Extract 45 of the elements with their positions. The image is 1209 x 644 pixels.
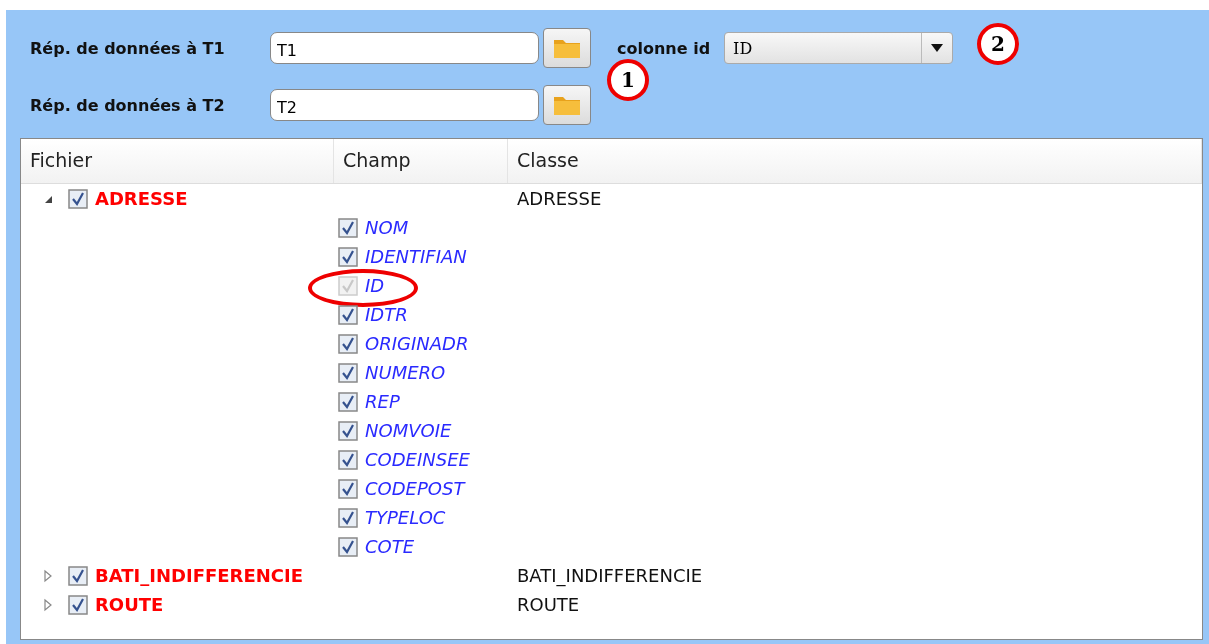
browse-button[interactable] <box>543 28 591 68</box>
field-name[interactable]: IDTR <box>365 304 408 325</box>
callout-number: 1 <box>607 59 649 101</box>
checkbox[interactable] <box>338 507 358 528</box>
caret-icon <box>931 44 944 52</box>
checkbox[interactable] <box>68 565 88 586</box>
checkbox[interactable] <box>338 217 358 238</box>
class-name: ROUTE <box>516 594 581 615</box>
checkbox[interactable] <box>338 478 358 499</box>
class-name: ADRESSE <box>516 188 603 209</box>
field-name[interactable]: NUMERO <box>365 362 446 383</box>
id-column-label: colonne id <box>617 38 711 58</box>
folder-label: Rép. de données à T2 <box>29 95 226 115</box>
column-header[interactable]: Classe <box>508 139 1202 183</box>
checkbox[interactable] <box>338 333 358 354</box>
checkbox[interactable] <box>338 420 358 441</box>
column-header[interactable]: Champ <box>334 139 508 183</box>
field-name[interactable]: CODEPOST <box>365 478 465 499</box>
field-name[interactable]: ORIGINADR <box>365 333 469 354</box>
checkbox[interactable] <box>338 246 358 267</box>
checkbox[interactable] <box>338 304 358 325</box>
field-name[interactable]: NOM <box>365 217 409 238</box>
field-name[interactable]: COTE <box>365 536 415 557</box>
folder-path-field[interactable]: T2 <box>270 89 539 121</box>
file-name[interactable]: ADRESSE <box>95 188 188 209</box>
column-header[interactable]: Fichier <box>21 139 334 183</box>
field-name[interactable]: NOMVOIE <box>365 420 452 441</box>
file-name[interactable]: ROUTE <box>95 594 164 615</box>
callout-number: 2 <box>977 23 1019 65</box>
checkbox[interactable] <box>338 362 358 383</box>
checkbox[interactable] <box>338 391 358 412</box>
class-name: BATI_INDIFFERENCIE <box>516 565 704 586</box>
browse-button[interactable] <box>543 85 591 125</box>
checkbox[interactable] <box>338 536 358 557</box>
field-name[interactable]: IDENTIFIAN <box>365 246 467 267</box>
folder-label: Rép. de données à T1 <box>29 38 226 58</box>
file-name[interactable]: BATI_INDIFFERENCIE <box>95 565 303 586</box>
field-name[interactable]: CODEINSEE <box>365 449 470 470</box>
id-column-dropdown[interactable]: ID <box>724 32 954 64</box>
checkbox[interactable] <box>68 594 88 615</box>
checkbox[interactable] <box>68 188 88 209</box>
checkbox[interactable] <box>338 449 358 470</box>
field-name[interactable]: REP <box>365 391 400 412</box>
folder-path-field[interactable]: T1 <box>270 32 539 64</box>
field-name[interactable]: TYPELOC <box>365 507 446 528</box>
